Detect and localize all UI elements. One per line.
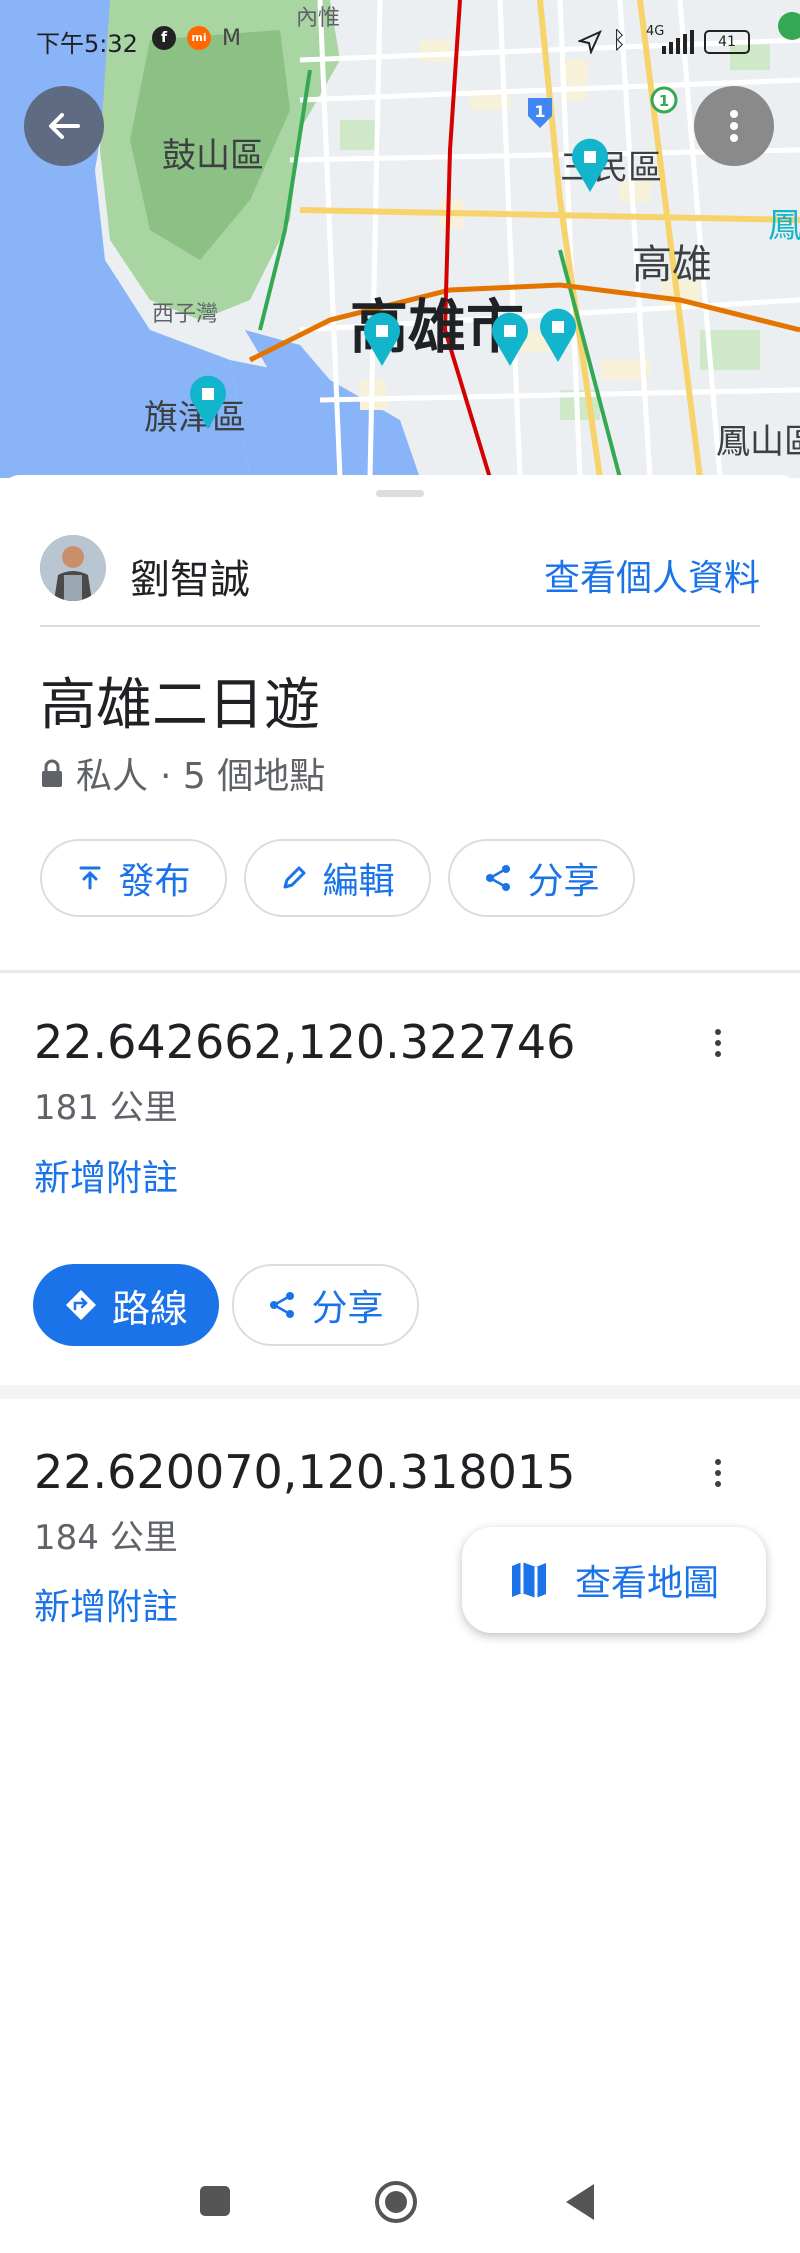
more-vert-icon — [730, 110, 738, 142]
map-label-gushan: 鼓山區 — [162, 136, 264, 176]
facebook-icon: f — [152, 26, 176, 50]
signal-icon — [662, 30, 694, 54]
privacy-label: 私人 — [76, 756, 149, 797]
map-pin[interactable] — [538, 308, 578, 362]
recents-icon[interactable] — [198, 2184, 232, 2218]
map-label-feng-edge: 鳳 — [768, 206, 800, 246]
map-label-xiziwan: 西子灣 — [152, 302, 219, 327]
back-nav-icon[interactable] — [562, 2182, 598, 2222]
place-count: · 5 個地點 — [160, 756, 326, 797]
bluetooth-icon: ᛒ — [612, 26, 627, 54]
place-separator — [0, 1385, 800, 1399]
gmail-icon: M — [222, 26, 241, 51]
avatar[interactable] — [40, 535, 106, 601]
map-more-button[interactable] — [694, 86, 774, 166]
map-view[interactable]: 1 1 內惟 鼓山區 三民區 高雄 鳳 西子灣 高雄市 旗津區 鳳山區 下午5:… — [0, 0, 800, 478]
map-icon — [511, 1562, 546, 1598]
route-badge-2: 1 — [659, 92, 669, 110]
share-list-button[interactable]: 分享 — [448, 839, 635, 917]
map-label-kaohsiung: 高雄 — [632, 242, 712, 288]
arrow-left-icon — [49, 113, 80, 139]
map-pin[interactable] — [490, 312, 530, 366]
directions-label: 路線 — [111, 1286, 188, 1331]
add-note-link[interactable]: 新增附註 — [34, 1149, 178, 1201]
share-label: 分享 — [527, 861, 600, 902]
publish-label: 發布 — [118, 861, 191, 902]
lock-icon — [42, 759, 62, 787]
map-label-fengshan: 鳳山區 — [716, 422, 800, 462]
list-meta: 私人 · 5 個地點 — [40, 747, 325, 799]
view-map-label: 查看地圖 — [574, 1563, 719, 1604]
map-pin[interactable] — [362, 312, 402, 366]
section-divider — [0, 970, 800, 973]
route-badge-1: 1 — [534, 102, 545, 121]
mi-icon: mi — [187, 26, 211, 50]
map-pin[interactable] — [188, 375, 228, 429]
directions-icon — [65, 1290, 96, 1320]
share-place-button[interactable]: 分享 — [232, 1264, 419, 1346]
add-note-link[interactable]: 新增附註 — [34, 1578, 178, 1630]
place-coordinates: 22.620070,120.318015 — [34, 1445, 576, 1499]
location-arrow-icon — [578, 30, 602, 54]
home-icon[interactable] — [374, 2180, 418, 2224]
share-icon — [486, 865, 511, 891]
list-sheet: 劉智誠 查看個人資料 高雄二日遊 私人 · 5 個地點 發布 編輯 分享 22.… — [0, 475, 800, 2253]
list-title: 高雄二日遊 — [40, 673, 320, 738]
owner-name: 劉智誠 — [130, 557, 250, 603]
drag-handle[interactable] — [376, 490, 424, 497]
publish-button[interactable]: 發布 — [40, 839, 227, 917]
edit-button[interactable]: 編輯 — [244, 839, 431, 917]
status-bar: 下午5:32 f mi M ᛒ 4G 41 — [0, 0, 800, 80]
pencil-icon — [283, 866, 306, 889]
share-icon — [270, 1292, 295, 1318]
status-time: 下午5:32 — [36, 30, 138, 58]
directions-button[interactable]: 路線 — [33, 1264, 219, 1346]
view-map-button[interactable]: 查看地圖 — [462, 1527, 766, 1633]
back-button[interactable] — [24, 86, 104, 166]
owner-row: 劉智誠 查看個人資料 — [40, 535, 760, 605]
map-pin[interactable] — [570, 138, 610, 192]
view-profile-link[interactable]: 查看個人資料 — [544, 549, 760, 601]
publish-icon — [79, 866, 101, 890]
system-nav-bar — [0, 2150, 800, 2253]
place-distance: 184 公里 — [34, 1518, 178, 1558]
battery-icon: 41 — [704, 30, 750, 54]
place-coordinates: 22.642662,120.322746 — [34, 1015, 576, 1069]
place-distance: 181 公里 — [34, 1088, 178, 1128]
place-more-button[interactable] — [706, 1023, 730, 1063]
share-place-label: 分享 — [311, 1288, 384, 1329]
divider — [40, 625, 760, 627]
edit-label: 編輯 — [322, 861, 395, 902]
place-more-button[interactable] — [706, 1453, 730, 1493]
